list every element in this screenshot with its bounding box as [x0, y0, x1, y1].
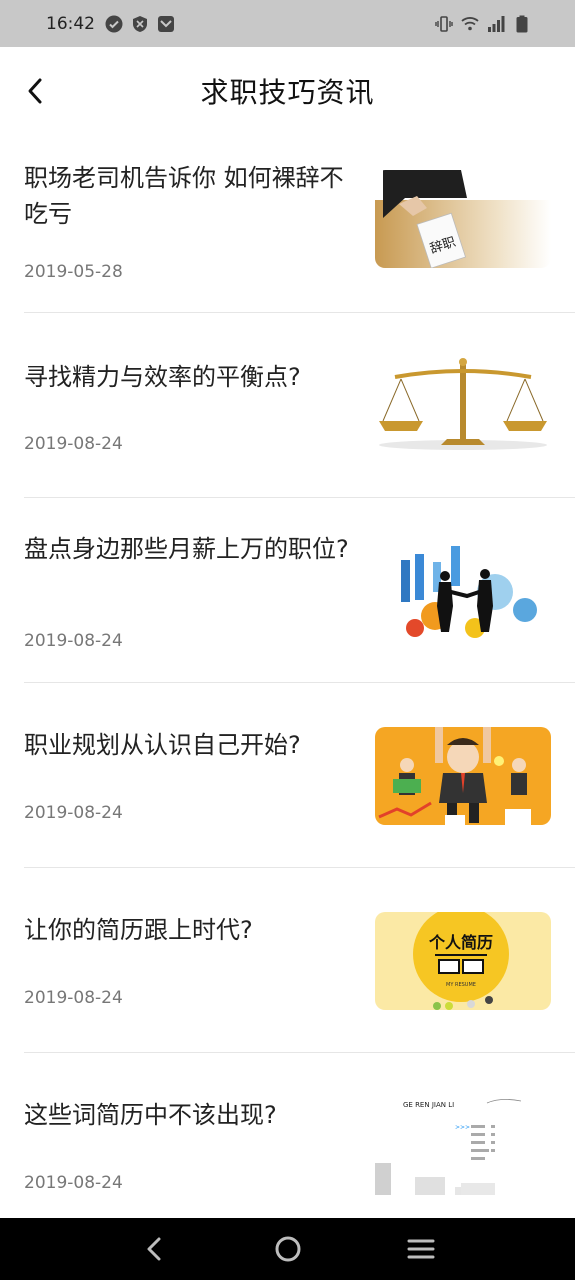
- balance-scale-thumbnail: [375, 355, 551, 453]
- handshake-gears-thumbnail: [375, 540, 551, 638]
- shield-icon: [133, 15, 147, 32]
- system-nav-bar: [0, 1218, 575, 1280]
- battery-icon: [516, 15, 528, 32]
- thumb-label: GE REN JIAN LI: [403, 1101, 454, 1109]
- resignation-thumbnail: 辞职: [375, 170, 551, 268]
- page-title: 求职技巧资讯: [200, 76, 375, 109]
- svg-text:>>>: >>>: [455, 1124, 470, 1131]
- article-title: 这些词简历中不该出现?: [24, 1101, 277, 1129]
- list-item[interactable]: 职业规划从认识自己开始? 2019-08-24: [24, 683, 575, 868]
- thumb-sublabel: MY RESUME: [446, 982, 476, 988]
- article-thumbnail[interactable]: GE REN JIAN LI >>>: [375, 1097, 551, 1195]
- status-icons-right: [435, 15, 531, 33]
- article-date: 2019-05-28: [24, 262, 123, 282]
- career-planning-thumbnail: [375, 727, 551, 825]
- vibrate-icon: [435, 15, 453, 32]
- article-date: 2019-08-24: [24, 803, 123, 823]
- status-time: 16:42: [46, 13, 95, 34]
- resume-thumbnail: 个人简历 MY RESUME: [375, 912, 551, 1010]
- back-button[interactable]: [18, 73, 54, 109]
- list-item[interactable]: 寻找精力与效率的平衡点? 2019-08-24: [24, 313, 575, 498]
- article-thumbnail[interactable]: 辞职: [375, 170, 551, 268]
- signal-icon: [488, 15, 505, 32]
- article-date: 2019-08-24: [24, 1173, 123, 1193]
- article-title: 寻找精力与效率的平衡点?: [24, 363, 301, 391]
- article-date: 2019-08-24: [24, 434, 123, 454]
- check-circle-icon: [105, 15, 123, 32]
- article-title: 盘点身边那些月薪上万的职位?: [24, 535, 349, 563]
- list-item[interactable]: 职场老司机告诉你 如何裸辞不吃亏 2019-05-28 辞职: [24, 135, 575, 313]
- article-date: 2019-08-24: [24, 988, 123, 1008]
- wifi-icon: [461, 16, 479, 30]
- article-list[interactable]: 职场老司机告诉你 如何裸辞不吃亏 2019-05-28 辞职 寻找精力与效率的平…: [0, 135, 575, 1218]
- article-thumbnail[interactable]: [375, 727, 551, 825]
- resume-form-thumbnail: GE REN JIAN LI >>>: [375, 1097, 551, 1195]
- back-icon[interactable]: [140, 1234, 170, 1264]
- menu-icon[interactable]: [406, 1234, 436, 1264]
- status-bar: 16:42: [0, 0, 575, 47]
- list-item[interactable]: 这些词简历中不该出现? 2019-08-24 GE REN JIAN LI >>…: [24, 1053, 575, 1218]
- thumb-label: 个人简历: [428, 933, 493, 952]
- chevron-left-icon: [28, 78, 42, 104]
- article-thumbnail[interactable]: [375, 540, 551, 638]
- article-date: 2019-08-24: [24, 631, 123, 651]
- list-item[interactable]: 盘点身边那些月薪上万的职位? 2019-08-24: [24, 498, 575, 683]
- article-thumbnail[interactable]: [375, 355, 551, 453]
- list-item[interactable]: 让你的简历跟上时代? 2019-08-24 个人简历 MY RESUME: [24, 868, 575, 1053]
- article-title: 让你的简历跟上时代?: [24, 916, 253, 944]
- article-thumbnail[interactable]: 个人简历 MY RESUME: [375, 912, 551, 1010]
- status-icons-left: [105, 15, 175, 33]
- article-title: 职业规划从认识自己开始?: [24, 731, 301, 759]
- app-header: 求职技巧资讯: [0, 47, 575, 135]
- app-notification-icon: [158, 15, 174, 32]
- home-icon[interactable]: [273, 1234, 303, 1264]
- article-title: 职场老司机告诉你 如何裸辞不吃亏: [24, 164, 344, 228]
